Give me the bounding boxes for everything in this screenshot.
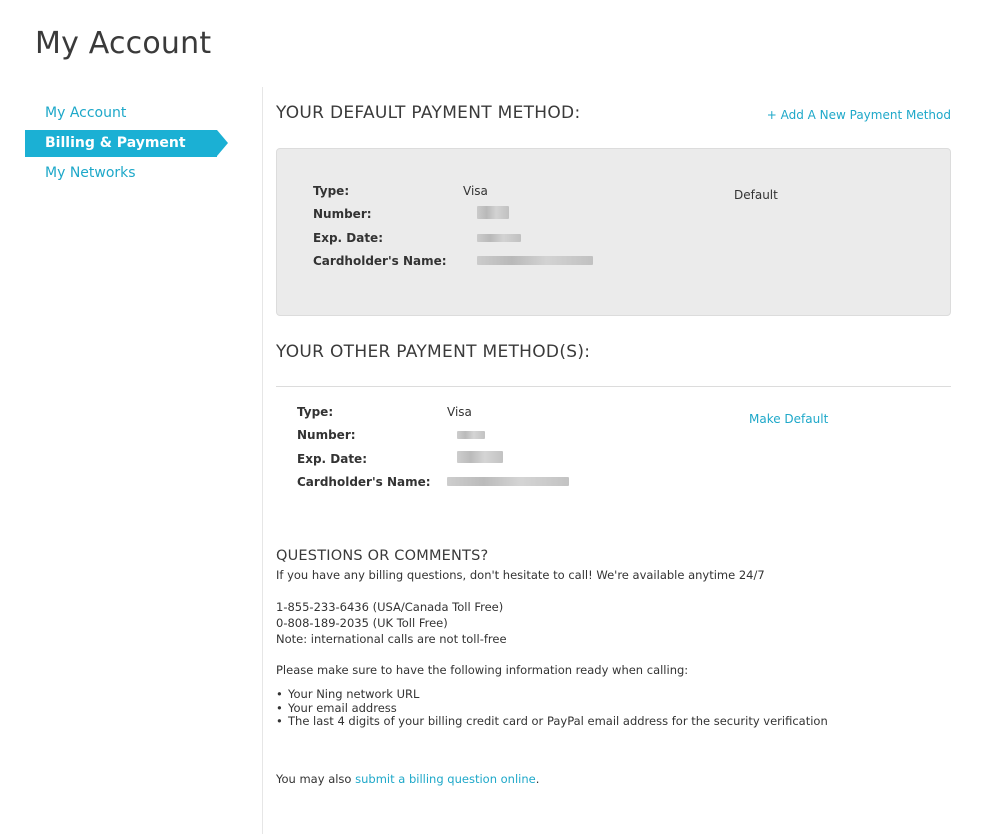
add-payment-method-link[interactable]: + Add A New Payment Method bbox=[767, 108, 951, 122]
default-payment-details: Type: Visa Number: Exp. Date: Cardholder… bbox=[313, 179, 593, 273]
redacted-number bbox=[457, 431, 485, 440]
section-divider bbox=[276, 386, 951, 387]
number-label: Number: bbox=[313, 207, 372, 222]
number-label: Number: bbox=[297, 428, 356, 443]
submit-billing-question-link[interactable]: submit a billing question online bbox=[355, 772, 536, 786]
redacted-exp-date bbox=[477, 233, 521, 242]
toll-note: Note: international calls are not toll-f… bbox=[276, 632, 507, 646]
sidebar-item-billing-payment[interactable]: Billing & Payment bbox=[25, 130, 228, 157]
cardholder-row: Cardholder's Name: bbox=[297, 471, 569, 495]
questions-section: QUESTIONS OR COMMENTS? If you have any b… bbox=[276, 548, 956, 787]
default-payment-heading: YOUR DEFAULT PAYMENT METHOD: bbox=[276, 103, 581, 123]
online-prefix: You may also bbox=[276, 771, 356, 786]
redacted-exp-date bbox=[457, 451, 503, 464]
type-row: Type: Visa bbox=[297, 400, 569, 424]
phone-uk: 0-808-189-2035 (UK Toll Free) bbox=[276, 616, 448, 630]
exp-row: Exp. Date: bbox=[297, 447, 569, 471]
redacted-cardholder-name bbox=[477, 256, 593, 266]
type-value: Visa bbox=[447, 404, 472, 419]
default-status-label: Default bbox=[734, 188, 778, 202]
redacted-number bbox=[477, 206, 509, 220]
number-row: Number: bbox=[297, 424, 569, 448]
exp-label: Exp. Date: bbox=[297, 451, 367, 466]
list-item: The last 4 digits of your billing credit… bbox=[276, 714, 956, 729]
exp-label: Exp. Date: bbox=[313, 230, 383, 245]
questions-intro: If you have any billing questions, don't… bbox=[276, 568, 765, 582]
default-payment-card: Type: Visa Number: Exp. Date: Cardholder… bbox=[276, 148, 951, 316]
sidebar-item-my-account[interactable]: My Account bbox=[25, 100, 217, 127]
type-label: Type: bbox=[297, 404, 334, 419]
type-row: Type: Visa bbox=[313, 179, 593, 203]
make-default-link[interactable]: Make Default bbox=[749, 412, 828, 426]
number-row: Number: bbox=[313, 203, 593, 227]
redacted-cardholder-name bbox=[447, 477, 569, 487]
prepare-text: Please make sure to have the following i… bbox=[276, 663, 689, 677]
type-value: Visa bbox=[463, 183, 488, 198]
list-item: Your email address bbox=[276, 701, 956, 716]
online-question-text: You may also submit a billing question o… bbox=[276, 771, 956, 787]
phone-usa-canada: 1-855-233-6436 (USA/Canada Toll Free) bbox=[276, 600, 504, 614]
sidebar-item-my-networks[interactable]: My Networks bbox=[25, 160, 217, 187]
questions-title: QUESTIONS OR COMMENTS? bbox=[276, 548, 489, 564]
type-label: Type: bbox=[313, 183, 350, 198]
other-payment-details: Type: Visa Number: Exp. Date: Cardholder… bbox=[297, 400, 569, 494]
exp-row: Exp. Date: bbox=[313, 226, 593, 250]
vertical-divider bbox=[262, 87, 263, 834]
online-suffix: . bbox=[535, 771, 540, 786]
cardholder-label: Cardholder's Name: bbox=[313, 254, 447, 269]
info-list: Your Ning network URL Your email address… bbox=[276, 687, 956, 729]
cardholder-row: Cardholder's Name: bbox=[313, 250, 593, 274]
list-item: Your Ning network URL bbox=[276, 687, 956, 702]
page-title: My Account bbox=[35, 26, 212, 61]
other-payment-heading: YOUR OTHER PAYMENT METHOD(S): bbox=[276, 342, 591, 362]
sidebar: My Account Billing & Payment My Networks bbox=[25, 100, 235, 190]
cardholder-label: Cardholder's Name: bbox=[297, 475, 431, 490]
